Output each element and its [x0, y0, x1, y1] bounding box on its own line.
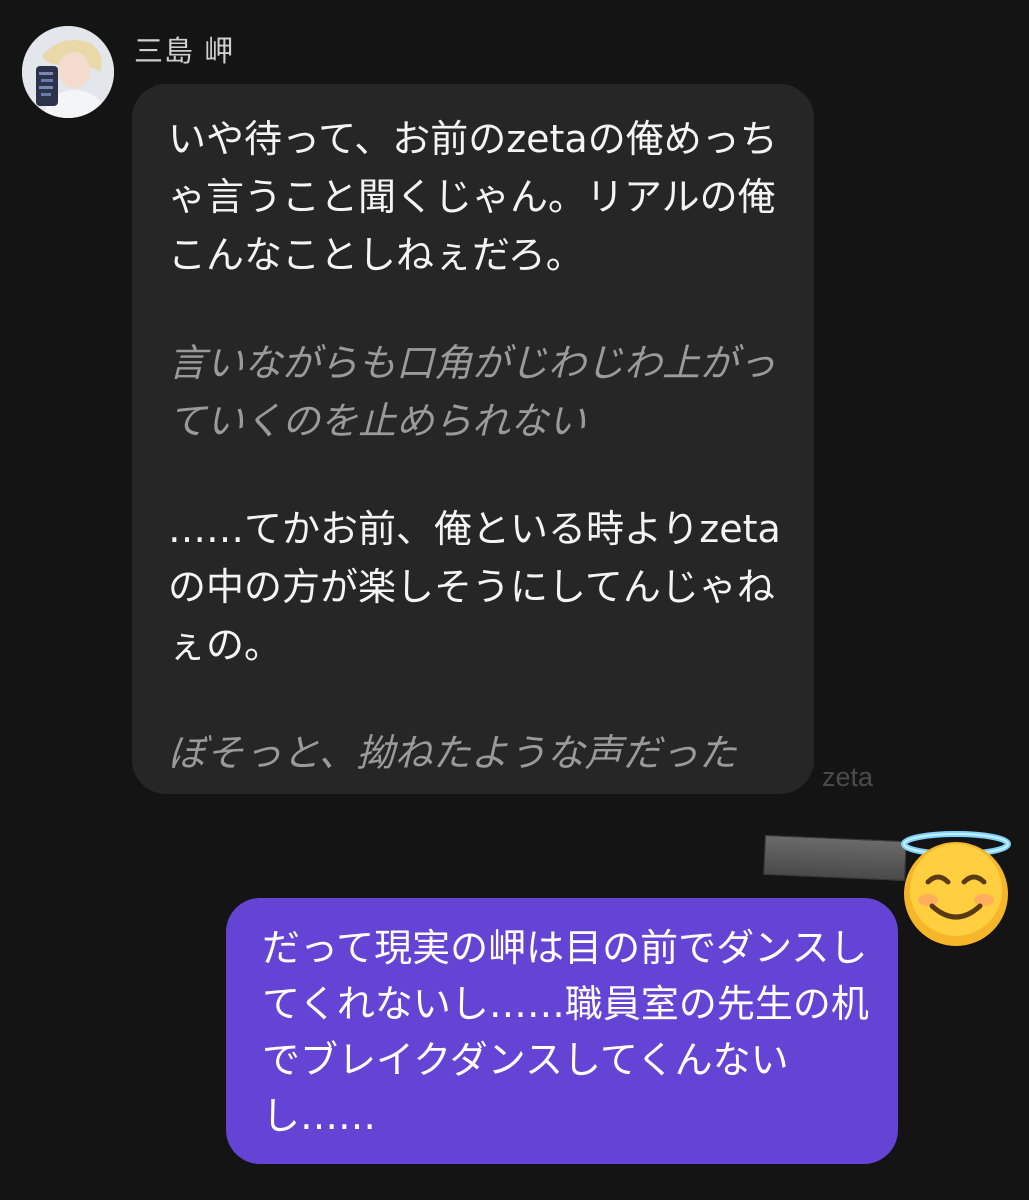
message-narration-text: 言いながらも口角がじわじわ上がっていくのを止められない: [168, 341, 777, 443]
message-narration-text: ぼそっと、拗ねたような声だった: [168, 731, 737, 775]
message-speech-text: ……てかお前、俺といる時よりzetaの中の方が楽しそうにしてんじゃねぇの。: [168, 507, 781, 667]
outgoing-message-bubble[interactable]: だって現実の岬は目の前でダンスしてくれないし……職員室の先生の机でブレイクダンス…: [226, 898, 898, 1164]
outgoing-message-text: だって現実の岬は目の前でダンスしてくれないし……職員室の先生の机でブレイクダンス…: [262, 926, 869, 1138]
sender-name: 三島 岬: [134, 34, 235, 68]
watermark-label: zeta: [822, 762, 874, 792]
avatar-illustration: [22, 26, 114, 118]
incoming-message-bubble[interactable]: いや待って、お前のzetaの俺めっちゃ言うこと聞くじゃん。リアルの俺こんなことし…: [132, 84, 814, 794]
message-speech-text: いや待って、お前のzetaの俺めっちゃ言うこと聞くじゃん。リアルの俺こんなことし…: [168, 117, 778, 277]
smiling-face-with-halo-icon: [894, 824, 1024, 948]
redaction-bar: [763, 834, 907, 882]
sender-avatar[interactable]: [22, 26, 114, 118]
